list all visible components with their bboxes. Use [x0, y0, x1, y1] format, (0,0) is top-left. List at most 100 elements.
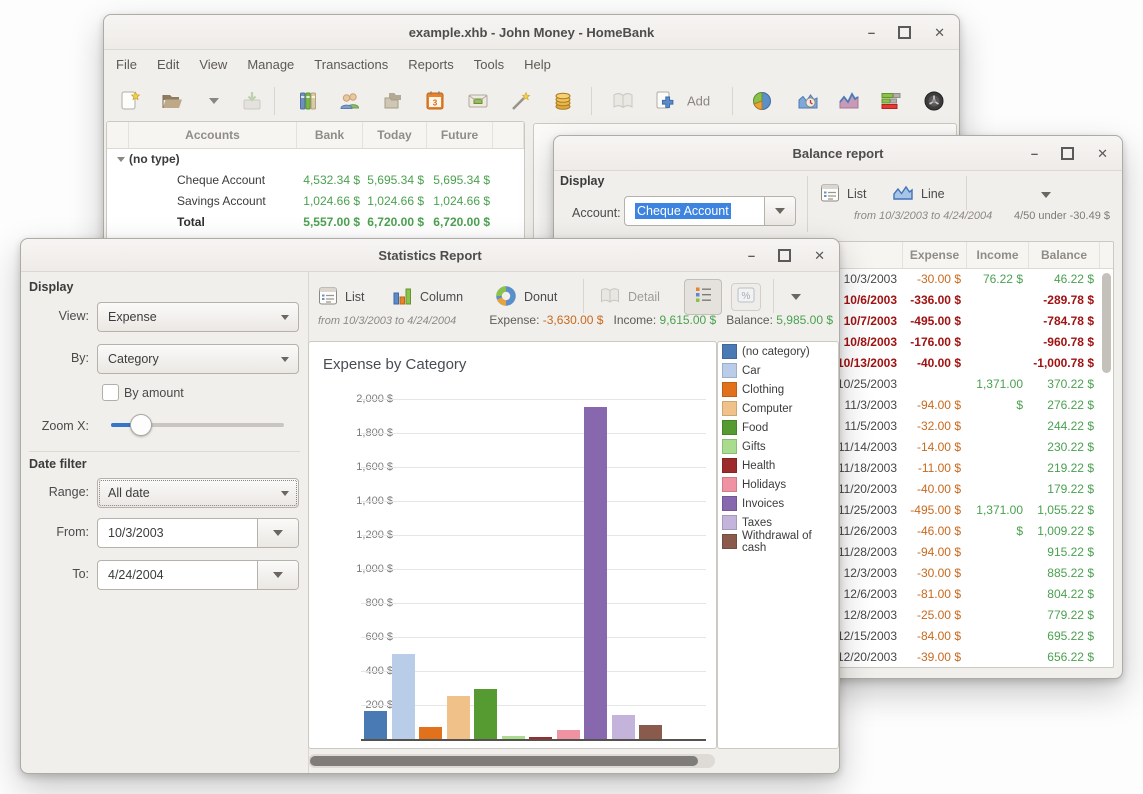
- column-header[interactable]: [493, 122, 524, 148]
- legend-item[interactable]: Holidays: [718, 475, 838, 494]
- close-icon[interactable]: [814, 249, 825, 262]
- statistics-pie-icon[interactable]: [748, 87, 776, 115]
- add-button-label[interactable]: Add: [687, 94, 710, 109]
- menu-item-help[interactable]: Help: [514, 53, 561, 76]
- close-icon[interactable]: [1097, 147, 1108, 160]
- from-label: From:: [21, 525, 89, 539]
- account-row[interactable]: Savings Account1,024.66 $1,024.66 $1,024…: [107, 191, 524, 212]
- horizontal-scrollbar-thumb[interactable]: [310, 756, 698, 766]
- toolbar-overflow-icon[interactable]: [1041, 192, 1051, 198]
- ledger-books-icon[interactable]: [294, 87, 322, 115]
- legend-item[interactable]: (no category): [718, 342, 838, 361]
- line-chart-icon: [892, 182, 914, 207]
- column-header[interactable]: Balance: [1029, 242, 1100, 268]
- by-amount-label: By amount: [124, 386, 184, 400]
- vehicle-wheel-icon[interactable]: [920, 87, 948, 115]
- menu-item-manage[interactable]: Manage: [237, 53, 304, 76]
- column-header[interactable]: Today: [363, 122, 427, 148]
- budget-report-icon[interactable]: [877, 87, 905, 115]
- payees-icon[interactable]: [336, 87, 364, 115]
- column-header[interactable]: Expense: [903, 242, 967, 268]
- rate-button[interactable]: %: [731, 283, 761, 311]
- menu-item-edit[interactable]: Edit: [147, 53, 189, 76]
- minimize-icon[interactable]: [868, 26, 875, 39]
- menu-item-view[interactable]: View: [189, 53, 237, 76]
- minimize-icon[interactable]: [748, 249, 755, 262]
- assign-wand-icon[interactable]: [506, 87, 534, 115]
- horizontal-scrollbar[interactable]: [308, 754, 715, 768]
- column-header[interactable]: Accounts: [129, 122, 297, 148]
- line-view-button[interactable]: Line: [892, 178, 945, 210]
- donut-view-button[interactable]: Donut: [495, 281, 557, 313]
- legend-item[interactable]: Car: [718, 361, 838, 380]
- total-value: -3,630.00 $: [543, 313, 604, 327]
- maximize-icon[interactable]: [778, 249, 791, 262]
- legend-item[interactable]: Gifts: [718, 437, 838, 456]
- legend-item[interactable]: Computer: [718, 399, 838, 418]
- zoom-slider-thumb[interactable]: [130, 414, 152, 436]
- list-view-button[interactable]: List: [318, 281, 364, 313]
- view-combo[interactable]: Expense: [97, 302, 299, 332]
- menu-item-reports[interactable]: Reports: [398, 53, 464, 76]
- column-view-button[interactable]: Column: [391, 281, 463, 313]
- scheduled-calendar-icon[interactable]: 3: [421, 87, 449, 115]
- currencies-coins-icon[interactable]: [549, 87, 577, 115]
- legend-toggle-button[interactable]: [684, 279, 722, 315]
- add-transaction-icon[interactable]: [651, 87, 679, 115]
- chevron-down-icon: [257, 561, 298, 589]
- toolbar-overflow-icon[interactable]: [791, 294, 801, 300]
- total-value: 5,985.00 $: [776, 313, 833, 327]
- vertical-scrollbar[interactable]: [1102, 273, 1111, 373]
- maximize-icon[interactable]: [898, 26, 911, 39]
- accounts-total-row: Total5,557.00 $6,720.00 $6,720.00 $: [107, 212, 524, 233]
- import-icon[interactable]: [238, 87, 266, 115]
- menu-item-transactions[interactable]: Transactions: [304, 53, 398, 76]
- detail-book-icon: [599, 285, 621, 310]
- chart-legend: (no category)CarClothingComputer Food Gift…: [717, 341, 839, 749]
- maximize-icon[interactable]: [1061, 147, 1074, 160]
- account-row[interactable]: Cheque Account4,532.34 $5,695.34 $5,695.…: [107, 170, 524, 191]
- show-book-icon[interactable]: [609, 87, 637, 115]
- trend-report-icon[interactable]: [835, 87, 863, 115]
- legend-item[interactable]: Health: [718, 456, 838, 475]
- account-combo[interactable]: Cheque Account: [624, 196, 796, 226]
- minimize-icon[interactable]: [1031, 147, 1038, 160]
- legend-item[interactable]: Withdrawal of cash: [718, 532, 838, 551]
- by-combo[interactable]: Category: [97, 344, 299, 374]
- categories-icon[interactable]: [379, 87, 407, 115]
- main-titlebar[interactable]: example.xhb - John Money - HomeBank: [104, 15, 959, 50]
- detail-button[interactable]: Detail: [599, 281, 660, 313]
- bar-withdrawal-of-cash: [639, 725, 662, 739]
- legend-item[interactable]: Invoices: [718, 494, 838, 513]
- stats-titlebar[interactable]: Statistics Report: [21, 239, 839, 272]
- display-section-label: Display: [29, 280, 73, 294]
- time-report-icon[interactable]: [794, 87, 822, 115]
- menu-item-file[interactable]: File: [106, 53, 147, 76]
- close-icon[interactable]: [934, 26, 945, 39]
- new-file-icon[interactable]: [116, 87, 144, 115]
- expander-icon[interactable]: [117, 157, 125, 162]
- menu-item-tools[interactable]: Tools: [464, 53, 514, 76]
- legend-item[interactable]: Food: [718, 418, 838, 437]
- from-date-input[interactable]: 10/3/2003: [97, 518, 299, 548]
- column-header[interactable]: Bank: [297, 122, 363, 148]
- column-header[interactable]: [107, 122, 129, 148]
- total-value: 9,615.00 $: [660, 313, 717, 327]
- by-amount-checkbox[interactable]: [102, 384, 119, 401]
- column-header[interactable]: Income: [967, 242, 1029, 268]
- column-header[interactable]: Future: [427, 122, 493, 148]
- budget-envelope-icon[interactable]: [464, 87, 492, 115]
- legend-color-swatch: [722, 382, 737, 397]
- legend-label: Food: [742, 422, 768, 434]
- caret-down-icon[interactable]: [200, 87, 228, 115]
- chevron-down-icon: [764, 197, 795, 225]
- balance-under-text: 4/50 under -30.49 $: [1014, 210, 1110, 222]
- to-date-input[interactable]: 4/24/2004: [97, 560, 299, 590]
- list-view-button[interactable]: List: [820, 178, 866, 210]
- balance-titlebar[interactable]: Balance report: [554, 136, 1122, 171]
- account-group-row[interactable]: (no type): [107, 149, 524, 170]
- open-folder-icon[interactable]: [158, 87, 186, 115]
- range-combo[interactable]: All date: [97, 478, 299, 508]
- chevron-down-icon: [272, 315, 298, 320]
- legend-item[interactable]: Clothing: [718, 380, 838, 399]
